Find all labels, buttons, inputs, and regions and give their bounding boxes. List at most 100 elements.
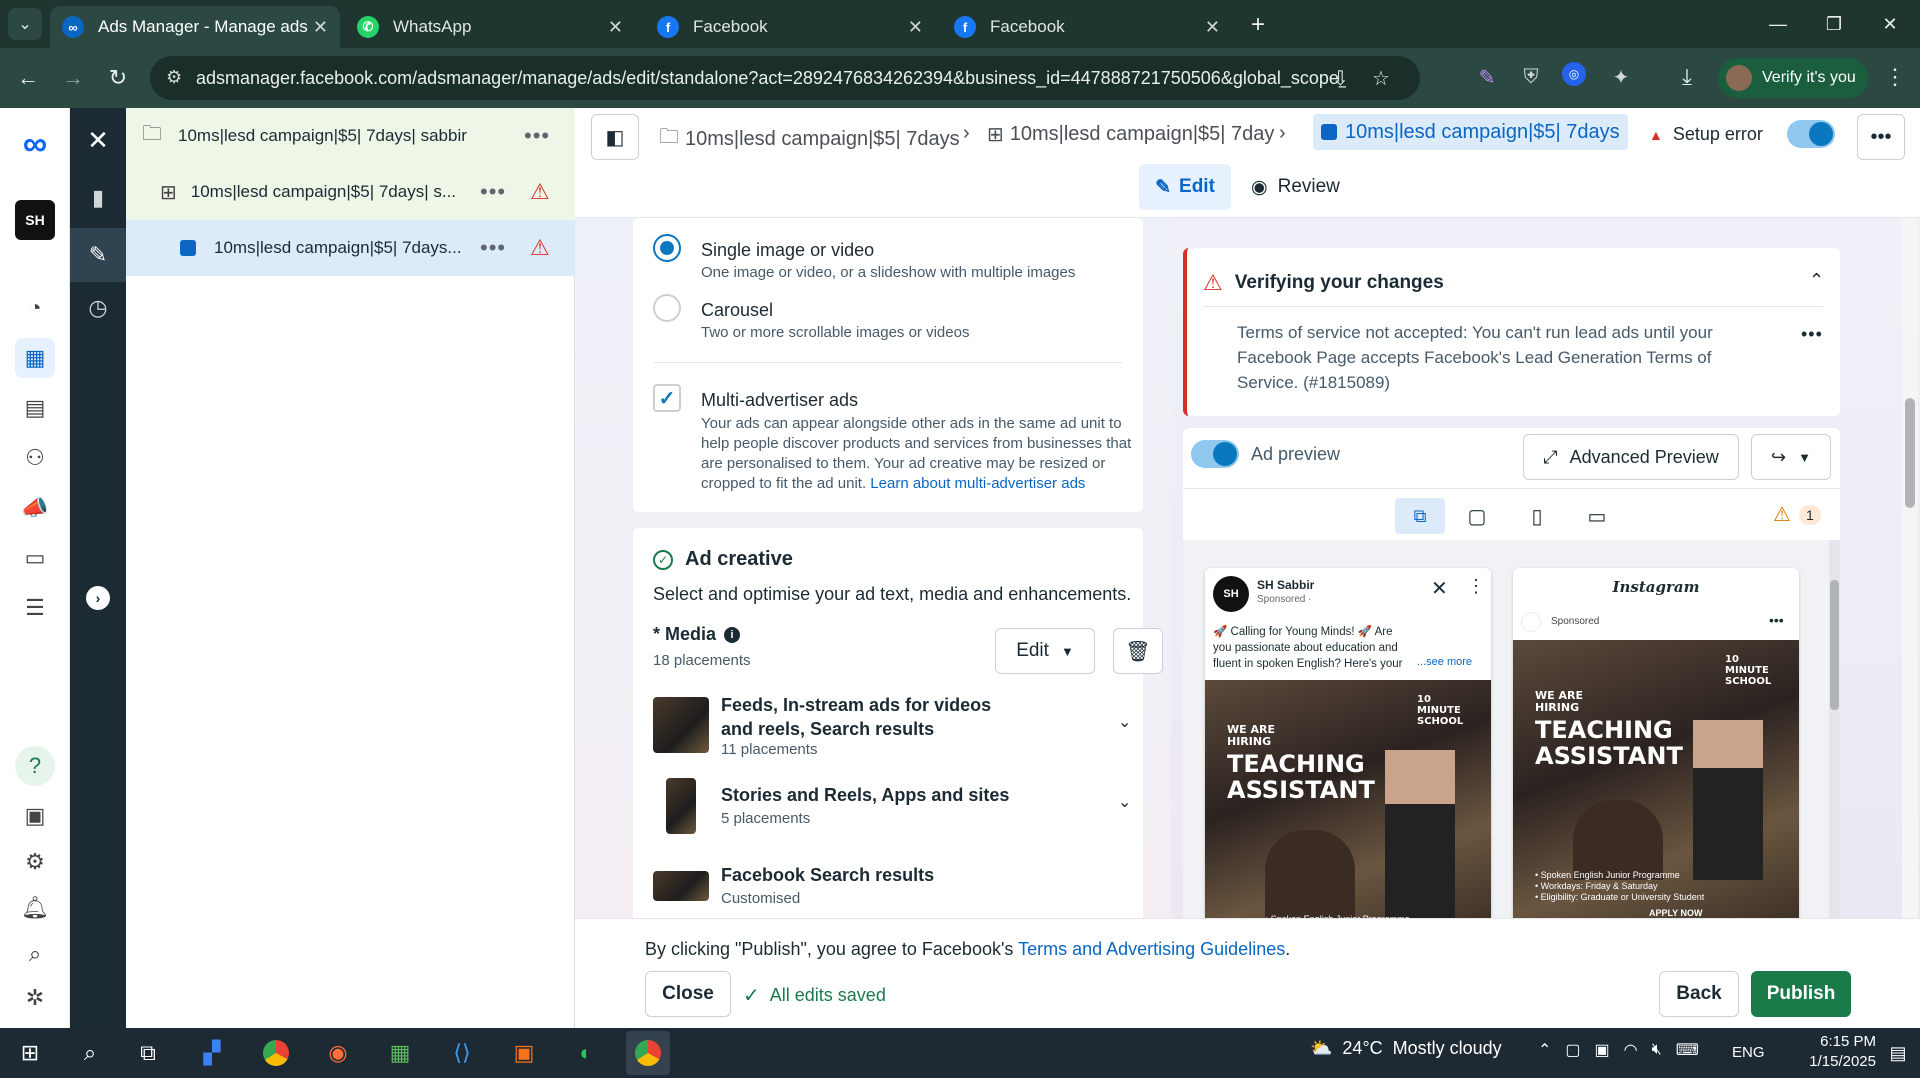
- app-icon[interactable]: ▦: [378, 1031, 422, 1075]
- settings-gear-icon[interactable]: ⚙: [15, 842, 55, 882]
- install-app-icon[interactable]: ⇩: [1332, 66, 1349, 91]
- tab-edit[interactable]: ✎ Edit: [1139, 164, 1231, 210]
- tree-row-ad[interactable]: 10ms|lesd campaign|$5| 7days... ••• ⚠: [126, 220, 575, 276]
- breadcrumb-adset[interactable]: ⊞ 10ms|lesd campaign|$5| 7day: [987, 122, 1274, 147]
- chevron-down-icon[interactable]: ⌄: [1118, 792, 1131, 812]
- meta-logo-icon[interactable]: ∞: [15, 124, 55, 164]
- tab-list-icon[interactable]: ⌄: [8, 8, 42, 40]
- media-edit-dropdown[interactable]: Edit ▼: [995, 628, 1095, 674]
- shield-extension-icon[interactable]: ⛨: [1516, 62, 1546, 92]
- billing-card-icon[interactable]: ▭: [15, 538, 55, 578]
- tree-row-adset[interactable]: ⊞ 10ms|lesd campaign|$5| 7days| s... •••…: [126, 164, 575, 220]
- horizontal-view-icon[interactable]: ▭: [1577, 498, 1617, 534]
- help-icon[interactable]: ?: [15, 746, 55, 786]
- radio-selected[interactable]: [653, 234, 681, 262]
- multi-advertiser-checkbox[interactable]: ✓: [653, 384, 681, 412]
- reload-icon[interactable]: ↻: [100, 60, 136, 96]
- checkmark-icon[interactable]: ✓: [653, 384, 681, 412]
- history-clock-icon[interactable]: ◷: [78, 288, 118, 328]
- language-indicator[interactable]: ENG: [1732, 1044, 1765, 1061]
- bookmark-star-icon[interactable]: ☆: [1372, 66, 1390, 91]
- site-info-icon[interactable]: ⚙: [166, 67, 182, 88]
- windows-start-icon[interactable]: ⊞: [8, 1031, 52, 1075]
- vertical-view-icon[interactable]: ▯: [1517, 498, 1557, 534]
- bar-chart-icon[interactable]: ▮: [78, 178, 118, 218]
- breadcrumb-ad[interactable]: 10ms|lesd campaign|$5| 7days: [1313, 114, 1628, 150]
- minimize-button[interactable]: —: [1750, 0, 1806, 48]
- wifi-icon[interactable]: ◠: [1624, 1040, 1638, 1060]
- tray-icon[interactable]: ▣: [1595, 1040, 1610, 1060]
- ad-on-off-toggle[interactable]: [1787, 120, 1835, 148]
- all-tools-menu-icon[interactable]: ☰: [15, 588, 55, 628]
- campaigns-table-icon[interactable]: ▦: [15, 338, 55, 378]
- extension-icon[interactable]: ◎: [1562, 62, 1586, 86]
- close-button[interactable]: Close: [645, 971, 731, 1017]
- tab-facebook-2[interactable]: f Facebook ✕: [942, 6, 1232, 48]
- debug-bug-icon[interactable]: ✲: [15, 978, 55, 1018]
- system-tray[interactable]: ⌃ ▢ ▣ ◠ 🔇︎ ⌨: [1538, 1040, 1699, 1060]
- all-placements-view-icon[interactable]: ⧉: [1395, 498, 1445, 534]
- more-options-icon[interactable]: •••: [1801, 324, 1823, 345]
- tab-ads-manager[interactable]: ∞ Ads Manager - Manage ads - A ✕: [50, 6, 340, 48]
- profile-verify-button[interactable]: Verify it's you: [1718, 58, 1868, 98]
- more-options-icon[interactable]: •••: [524, 123, 550, 149]
- radio-unselected[interactable]: [653, 294, 681, 322]
- back-arrow-icon[interactable]: ←: [10, 60, 46, 96]
- close-tab-icon[interactable]: ✕: [908, 17, 923, 38]
- tab-review[interactable]: ◉ Review: [1251, 164, 1340, 210]
- more-options-icon[interactable]: •••: [480, 179, 506, 205]
- close-tab-icon[interactable]: ✕: [1205, 17, 1220, 38]
- vscode-icon[interactable]: ⟨⟩: [440, 1031, 484, 1075]
- account-avatar[interactable]: SH: [15, 200, 55, 240]
- tab-facebook-1[interactable]: f Facebook ✕: [645, 6, 935, 48]
- keyboard-icon[interactable]: ⌨: [1676, 1040, 1699, 1060]
- address-bar[interactable]: ⚙ adsmanager.facebook.com/adsmanager/man…: [150, 56, 1420, 100]
- setup-error-status[interactable]: ▲ Setup error: [1649, 124, 1763, 145]
- info-icon[interactable]: i: [724, 626, 741, 643]
- expand-chevron-icon[interactable]: ›: [86, 586, 110, 610]
- chevron-down-icon[interactable]: ⌄: [1118, 712, 1131, 732]
- toggle-sidebar-icon[interactable]: ◧: [591, 114, 639, 160]
- dashboard-gauge-icon[interactable]: ◔: [15, 288, 55, 328]
- forward-arrow-icon[interactable]: →: [55, 60, 91, 96]
- extensions-puzzle-icon[interactable]: ✦: [1606, 62, 1636, 92]
- share-dropdown-button[interactable]: ↪ ▼: [1751, 434, 1831, 480]
- preview-scrollbar[interactable]: [1829, 540, 1840, 928]
- notification-center-icon[interactable]: ▤: [1876, 1031, 1920, 1075]
- square-view-icon[interactable]: ▢: [1457, 498, 1497, 534]
- tree-row-campaign[interactable]: 🗀 10ms|lesd campaign|$5| 7days| sabbir •…: [126, 108, 575, 164]
- tray-icon[interactable]: ▢: [1565, 1040, 1580, 1060]
- more-actions-button[interactable]: •••: [1857, 114, 1905, 160]
- weather-widget[interactable]: ⛅ 24°C Mostly cloudy: [1310, 1038, 1502, 1059]
- placement-facebook-search[interactable]: Facebook Search results Customised: [653, 858, 1143, 914]
- more-options-icon[interactable]: •••: [480, 235, 506, 261]
- placement-group-stories[interactable]: Stories and Reels, Apps and sites 5 plac…: [653, 778, 1143, 834]
- maximize-button[interactable]: ❐: [1806, 0, 1862, 48]
- downloads-icon[interactable]: ⤓: [1672, 62, 1702, 92]
- panel-scrollbar[interactable]: [1902, 218, 1918, 918]
- xampp-icon[interactable]: ▣: [502, 1031, 546, 1075]
- ad-preview-toggle[interactable]: [1191, 440, 1239, 468]
- terms-link[interactable]: Terms and Advertising Guidelines: [1018, 939, 1285, 959]
- pencil-icon[interactable]: ✎: [78, 235, 118, 275]
- browser-menu-icon[interactable]: ⋮: [1880, 62, 1910, 92]
- new-tab-button[interactable]: +: [1242, 10, 1274, 40]
- clock[interactable]: 6:15 PM 1/15/2025: [1800, 1032, 1876, 1072]
- collapse-chevron-up-icon[interactable]: ⌃: [1809, 270, 1824, 291]
- close-window-button[interactable]: ✕: [1862, 0, 1918, 48]
- back-button[interactable]: Back: [1659, 971, 1739, 1017]
- format-carousel-option[interactable]: [653, 294, 681, 322]
- firefox-icon[interactable]: ◉: [316, 1031, 360, 1075]
- format-single-option[interactable]: [653, 234, 681, 262]
- placement-group-feeds[interactable]: Feeds, In-stream ads for videos and reel…: [653, 690, 1143, 760]
- chrome-icon[interactable]: [254, 1031, 298, 1075]
- notifications-bell-icon[interactable]: 🔔︎: [15, 888, 55, 928]
- preview-warnings[interactable]: ⚠ 1: [1773, 502, 1821, 527]
- volume-muted-icon[interactable]: 🔇︎: [1652, 1041, 1662, 1059]
- search-icon[interactable]: ⌕: [15, 934, 55, 974]
- edge-icon[interactable]: ◐: [564, 1031, 608, 1075]
- extension-pen-icon[interactable]: ✎: [1472, 62, 1502, 92]
- publish-button[interactable]: Publish: [1751, 971, 1851, 1017]
- reports-icon[interactable]: ▤: [15, 388, 55, 428]
- close-tab-icon[interactable]: ✕: [313, 17, 328, 38]
